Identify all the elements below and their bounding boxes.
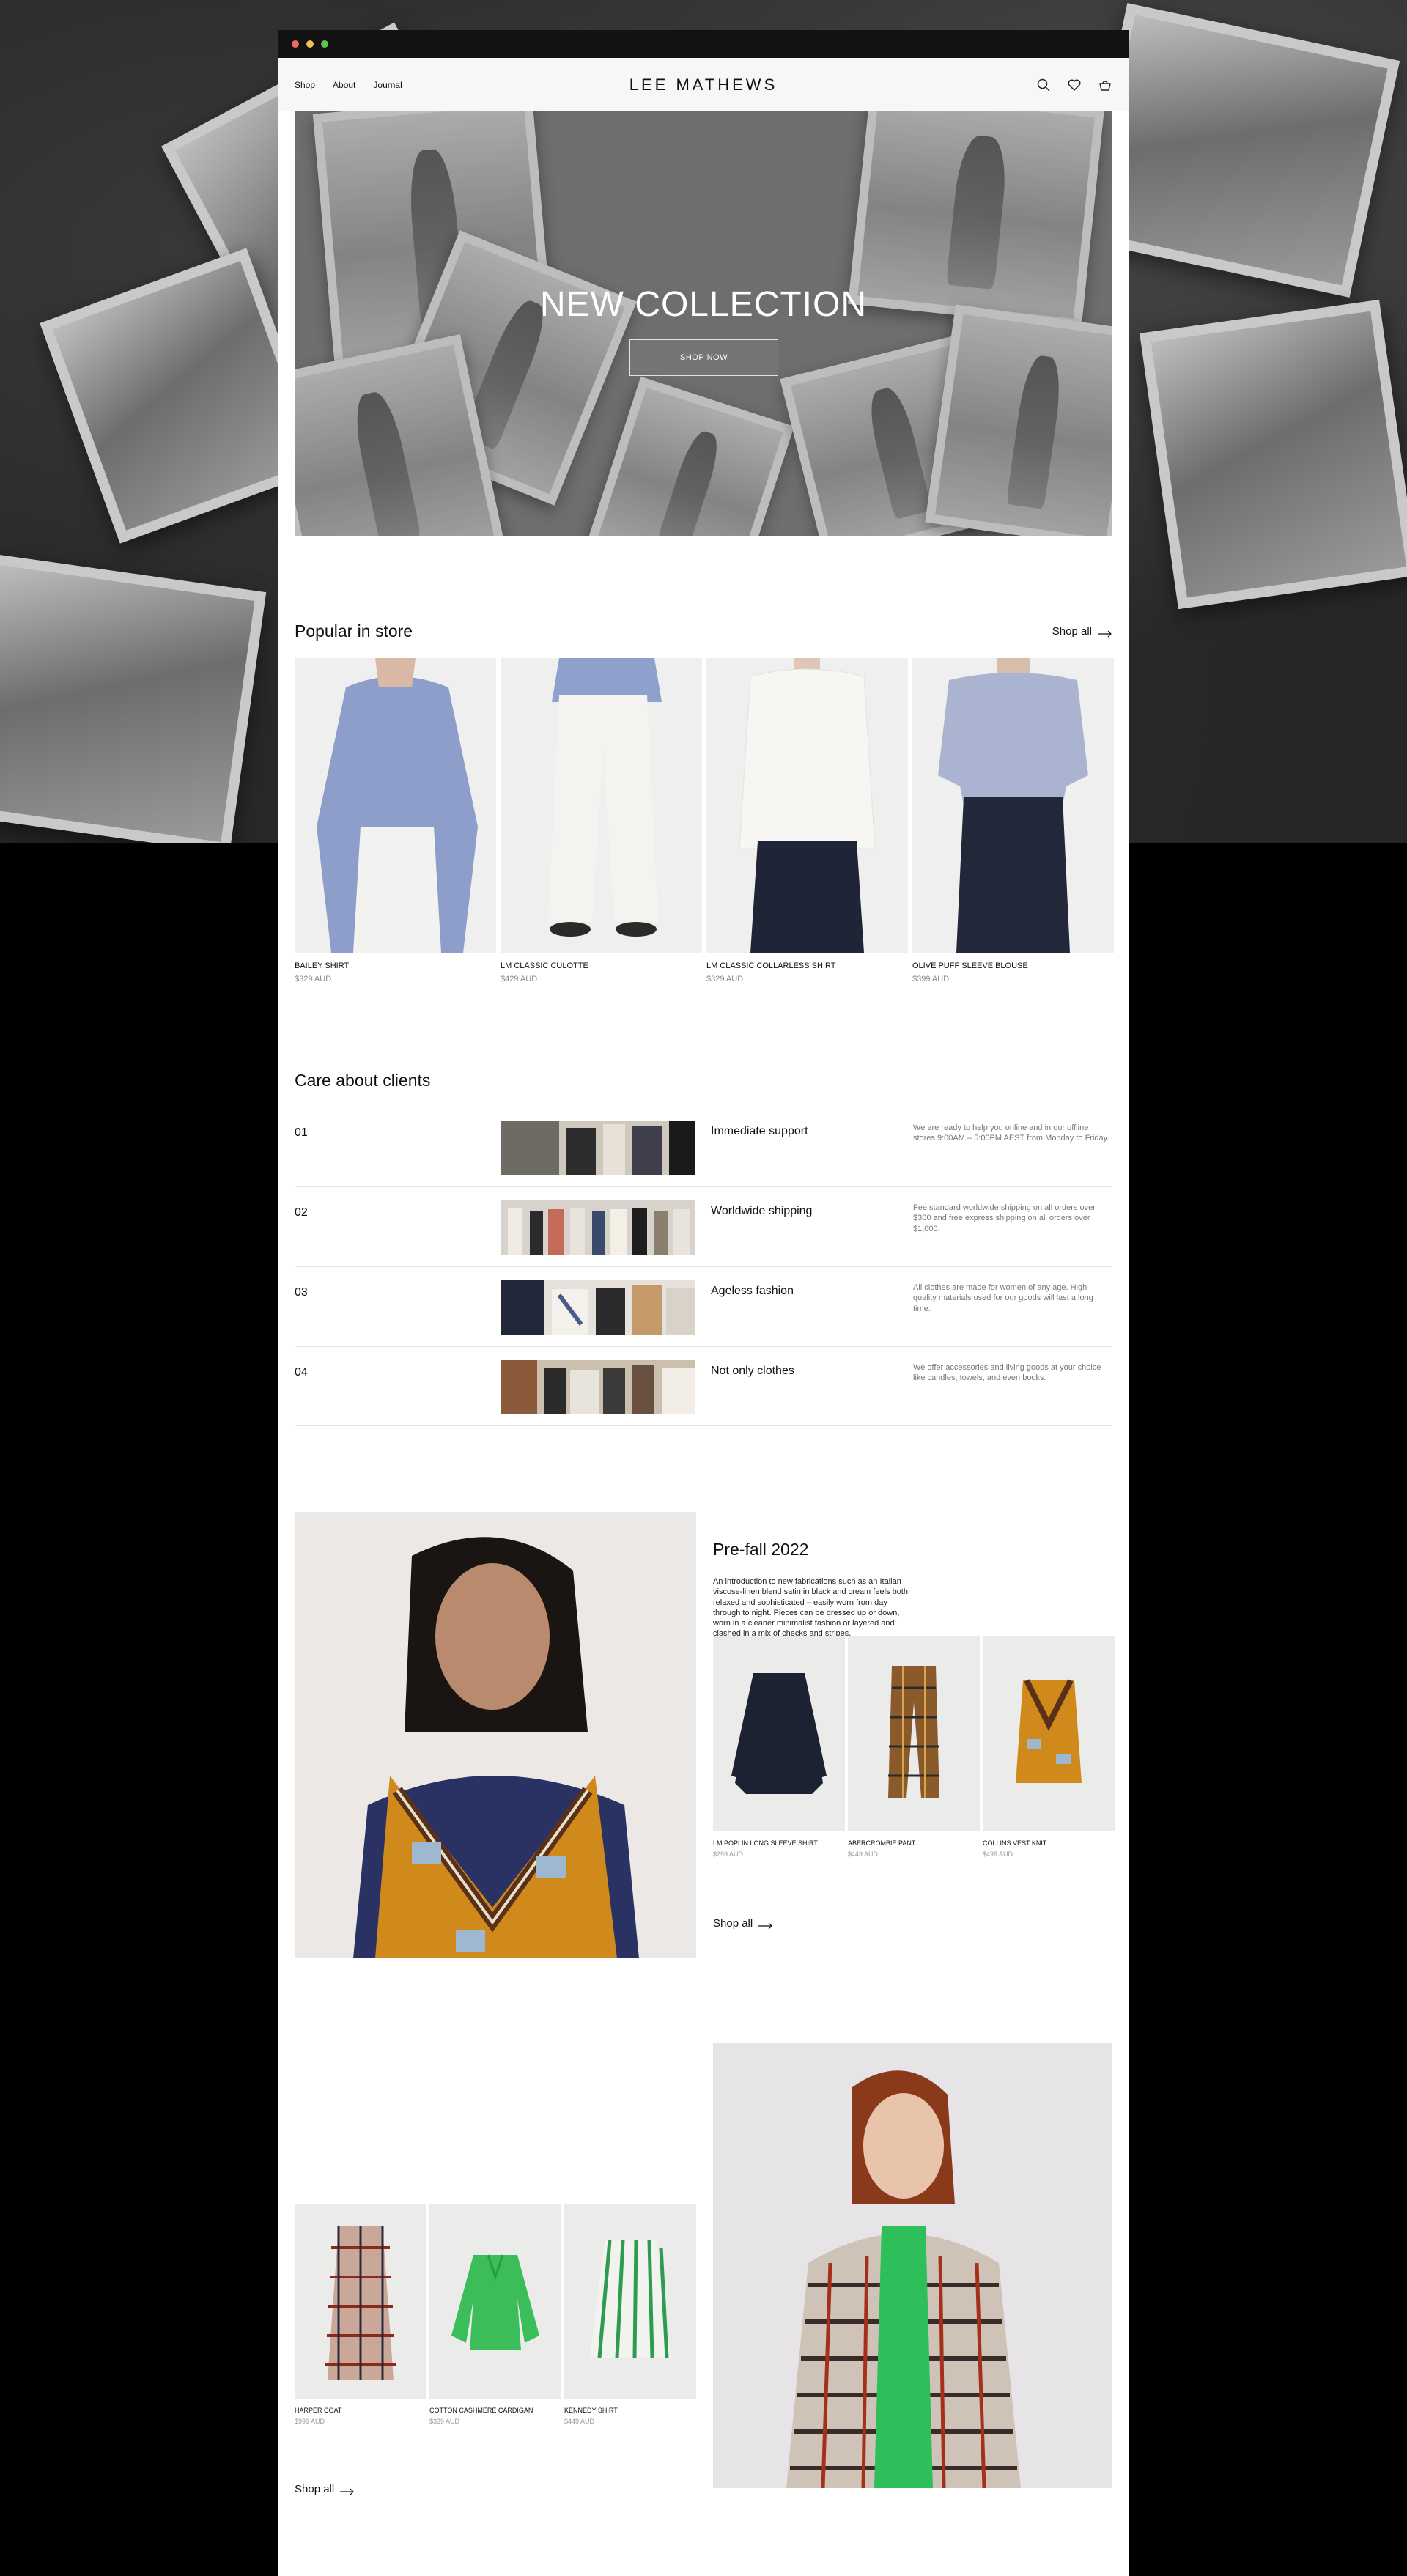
care-row: 02 Worldwide shipping Fee standard world…: [295, 1186, 1112, 1266]
care-heading: Immediate support: [711, 1125, 808, 1137]
product-card[interactable]: LM CLASSIC COLLARLESS SHIRT $329 AUD: [706, 658, 908, 983]
care-text: We are ready to help you online and in o…: [913, 1123, 1109, 1143]
prefall-description: An introduction to new fabrications such…: [713, 1577, 908, 1639]
product-image[interactable]: [848, 1636, 980, 1831]
product-name[interactable]: COTTON CASHMERE CARDIGAN: [429, 2407, 561, 2414]
hero-title: NEW COLLECTION: [539, 285, 868, 324]
product-name[interactable]: OLIVE PUFF SLEEVE BLOUSE: [912, 962, 1114, 970]
product-card[interactable]: BAILEY SHIRT $329 AUD: [295, 658, 496, 983]
hero-banner: NEW COLLECTION SHOP NOW: [295, 111, 1112, 536]
care-text: Fee standard worldwide shipping on all o…: [913, 1203, 1096, 1233]
nav-journal[interactable]: Journal: [373, 80, 402, 90]
main-nav: Shop About Journal: [295, 80, 402, 90]
search-icon[interactable]: [1036, 78, 1051, 92]
product-name[interactable]: KENNEDY SHIRT: [564, 2407, 696, 2414]
product-name[interactable]: ABERCROMBIE PANT: [848, 1839, 980, 1847]
prefall-shop-all-link[interactable]: Shop all: [713, 1917, 773, 1930]
nav-about[interactable]: About: [333, 80, 355, 90]
product-card[interactable]: HARPER COAT $999 AUD: [295, 2204, 426, 2425]
prefall-products: LM POPLIN LONG SLEEVE SHIRT $299 AUD ABE…: [713, 1636, 1115, 1858]
care-row: 04 Not only clothes We offer accessories…: [295, 1346, 1112, 1426]
nav-shop[interactable]: Shop: [295, 80, 315, 90]
product-image[interactable]: [564, 2204, 696, 2399]
care-number: 03: [295, 1286, 308, 1299]
shop-all-label: Shop all: [1052, 625, 1092, 638]
product-name[interactable]: HARPER COAT: [295, 2407, 426, 2414]
site-logo[interactable]: LEE MATHEWS: [629, 75, 778, 95]
care-text: All clothes are made for women of any ag…: [913, 1283, 1093, 1313]
product-card[interactable]: KENNEDY SHIRT $449 AUD: [564, 2204, 696, 2425]
popular-products: BAILEY SHIRT $329 AUD LM CLASSIC CULOTTE…: [295, 658, 1114, 983]
care-title: Care about clients: [295, 1071, 431, 1090]
product-price: $399 AUD: [912, 975, 950, 983]
bag-icon[interactable]: [1098, 78, 1112, 92]
product-price: $299 AUD: [713, 1850, 744, 1858]
shop-now-button[interactable]: SHOP NOW: [629, 339, 778, 376]
shop-all-label: Shop all: [713, 1917, 753, 1930]
product-name[interactable]: BAILEY SHIRT: [295, 962, 496, 970]
product-price: $999 AUD: [295, 2418, 325, 2425]
popular-shop-all-link[interactable]: Shop all: [1052, 625, 1112, 638]
product-name[interactable]: LM CLASSIC COLLARLESS SHIRT: [706, 962, 908, 970]
product-name[interactable]: COLLINS VEST KNIT: [983, 1839, 1115, 1847]
maximize-window-button[interactable]: [321, 40, 328, 48]
product-price: $329 AUD: [706, 975, 744, 983]
care-heading: Not only clothes: [711, 1365, 794, 1377]
product-price: $429 AUD: [501, 975, 538, 983]
product-card[interactable]: ABERCROMBIE PANT $449 AUD: [848, 1636, 980, 1858]
care-image: [501, 1280, 695, 1335]
product-name[interactable]: LM POPLIN LONG SLEEVE SHIRT: [713, 1839, 845, 1847]
product-image[interactable]: [983, 1636, 1115, 1831]
product-name[interactable]: LM CLASSIC CULOTTE: [501, 962, 702, 970]
prefall-title: Pre-fall 2022: [713, 1540, 809, 1559]
shop-all-label: Shop all: [295, 2483, 335, 2495]
product-price: $329 AUD: [295, 975, 332, 983]
editorial-model-image: [713, 2043, 1112, 2488]
product-image[interactable]: [713, 1636, 845, 1831]
care-number: 04: [295, 1366, 308, 1379]
product-price: $499 AUD: [983, 1850, 1013, 1858]
product-image[interactable]: [912, 658, 1114, 953]
site-header: Shop About Journal LEE MATHEWS: [278, 58, 1129, 111]
close-window-button[interactable]: [292, 40, 299, 48]
editorial-products: HARPER COAT $999 AUD COTTON CASHMERE CAR…: [295, 2204, 696, 2425]
product-card[interactable]: LM POPLIN LONG SLEEVE SHIRT $299 AUD: [713, 1636, 845, 1858]
care-text: We offer accessories and living goods at…: [913, 1363, 1101, 1383]
window-titlebar: [278, 30, 1129, 58]
product-price: $449 AUD: [848, 1850, 879, 1858]
care-image: [501, 1121, 695, 1175]
product-image[interactable]: [295, 658, 496, 953]
product-image[interactable]: [501, 658, 702, 953]
minimize-window-button[interactable]: [306, 40, 314, 48]
care-heading: Worldwide shipping: [711, 1205, 813, 1217]
arrow-right-icon: [340, 2486, 355, 2495]
browser-window: Shop About Journal LEE MATHEWS NEW COLLE…: [278, 30, 1129, 2576]
header-icons: [1036, 78, 1112, 92]
product-image[interactable]: [429, 2204, 561, 2399]
care-row: 01 Immediate support We are ready to hel…: [295, 1107, 1112, 1186]
product-card[interactable]: COLLINS VEST KNIT $499 AUD: [983, 1636, 1115, 1858]
care-number: 01: [295, 1126, 308, 1139]
arrow-right-icon: [758, 1920, 773, 1929]
popular-title: Popular in store: [295, 621, 413, 641]
product-price: $449 AUD: [564, 2418, 595, 2425]
product-card[interactable]: COTTON CASHMERE CARDIGAN $339 AUD: [429, 2204, 561, 2425]
care-heading: Ageless fashion: [711, 1285, 794, 1297]
editorial-shop-all-link[interactable]: Shop all: [295, 2483, 355, 2495]
arrow-right-icon: [1098, 628, 1112, 637]
care-number: 02: [295, 1206, 308, 1219]
care-list: 01 Immediate support We are ready to hel…: [295, 1107, 1112, 1426]
product-image[interactable]: [295, 2204, 426, 2399]
product-image[interactable]: [706, 658, 908, 953]
product-card[interactable]: OLIVE PUFF SLEEVE BLOUSE $399 AUD: [912, 658, 1114, 983]
product-price: $339 AUD: [429, 2418, 460, 2425]
care-image: [501, 1200, 695, 1255]
prefall-model-image: [295, 1512, 696, 1958]
care-image: [501, 1360, 695, 1414]
product-card[interactable]: LM CLASSIC CULOTTE $429 AUD: [501, 658, 702, 983]
heart-icon[interactable]: [1067, 78, 1082, 92]
care-row: 03 Ageless fashion All clothes are made …: [295, 1266, 1112, 1346]
